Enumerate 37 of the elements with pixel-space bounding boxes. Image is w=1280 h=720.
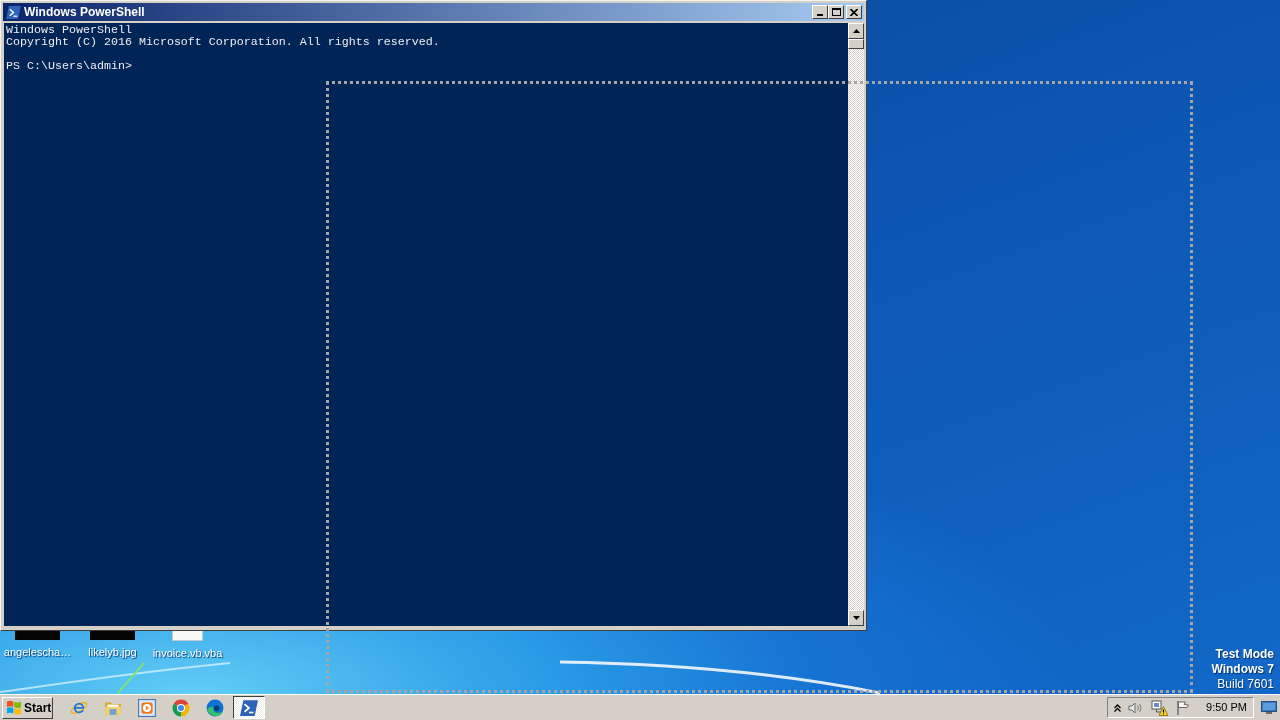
console-prompt[interactable]: PS C:\Users\admin> [6, 60, 132, 72]
scrollbar-track[interactable] [848, 23, 864, 626]
close-icon [850, 8, 858, 16]
play-icon [138, 698, 156, 717]
scrollbar-thumb[interactable] [848, 39, 864, 49]
scroll-down-button[interactable] [848, 610, 864, 626]
console-text: Windows PowerShell [6, 24, 132, 36]
console-area[interactable]: Windows PowerShell Copyright (C) 2016 Microsoft Corporation. All rights reserved. PS C:\Users\admin> [4, 23, 848, 626]
window-title: Windows PowerShell [24, 5, 145, 19]
scroll-up-button[interactable] [848, 23, 864, 39]
maximize-icon [831, 8, 841, 16]
maximize-button[interactable] [828, 5, 844, 19]
file-thumbnail-icon[interactable] [172, 630, 203, 641]
down-arrow-icon [852, 616, 860, 620]
taskbar-button[interactable] [233, 696, 265, 719]
close-button[interactable] [846, 5, 862, 19]
ring-logo-icon [172, 698, 190, 717]
file-thumbnail-icon[interactable] [15, 630, 60, 640]
monitor-icon [1261, 701, 1277, 714]
minimize-button[interactable] [812, 5, 828, 19]
clock[interactable]: 9:50 PM [1206, 699, 1247, 716]
start-button[interactable]: Start [2, 696, 53, 719]
file-thumbnail-icon[interactable] [90, 630, 135, 640]
swirl-logo-icon [206, 698, 224, 717]
chevron-up-icon[interactable] [1114, 703, 1122, 712]
test-mode-notice: Test Mode [1215, 647, 1274, 662]
flag-icon[interactable] [1176, 700, 1192, 715]
speaker-icon[interactable] [1128, 700, 1145, 715]
test-mode-notice: Windows 7 [1211, 662, 1274, 677]
test-mode-notice: Build 7601 [1217, 677, 1274, 692]
console-text: Copyright (C) 2016 Microsoft Corporation. All rights reserved. [6, 36, 440, 48]
network-warning-icon[interactable] [1151, 699, 1170, 716]
up-arrow-icon [852, 29, 860, 33]
flag-logo-icon [6, 700, 22, 715]
prompt-icon [240, 699, 258, 716]
minimize-icon [817, 14, 823, 16]
prompt-icon [6, 5, 21, 19]
